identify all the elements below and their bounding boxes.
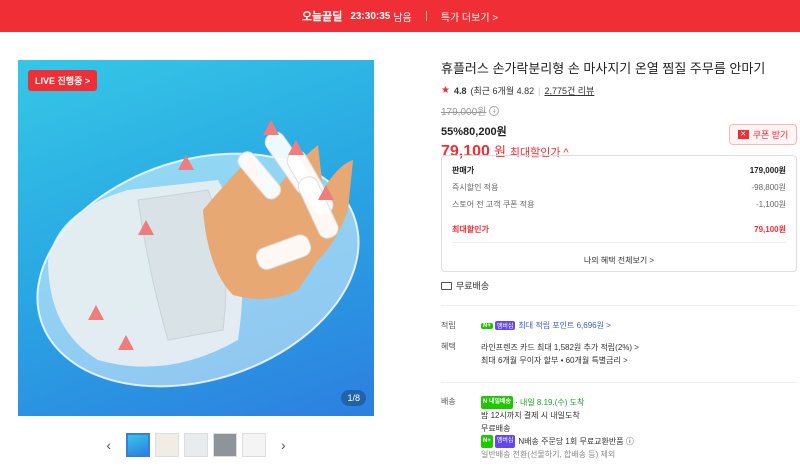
discount-price: 80,200원 <box>463 126 507 138</box>
price-row-value: -1,100원 <box>755 200 786 209</box>
tomorrow-delivery-badge: N 내일배송 <box>481 396 514 410</box>
thumbnail-strip: ‹ › <box>18 426 374 464</box>
naver-plus-badge: N+ <box>481 322 493 329</box>
hand-massager-illustration <box>36 120 360 388</box>
pressure-arrow-4 <box>263 120 279 135</box>
price-row-value: 179,000원 <box>749 166 786 175</box>
thumbnail-prev-arrow[interactable]: ‹ <box>106 437 111 453</box>
free-shipping-tag: 무료배송 <box>441 279 489 292</box>
price-row-label: 판매가 <box>452 166 475 175</box>
original-price: 179,000원 <box>441 107 487 118</box>
thumbnail-next-arrow[interactable]: › <box>281 437 286 453</box>
product-gallery: LIVE 진행중 > 1/8 ‹ › <box>18 60 374 457</box>
final-price-value: 79,100원 <box>754 225 786 234</box>
price-row-store-coupon: 스토어 전 고객 쿠폰 적용 -1,100원 <box>452 196 786 213</box>
thumbnail-1[interactable] <box>126 433 150 457</box>
rating-score: 4.8 <box>453 85 467 96</box>
deal-remaining-label: 남음 <box>393 12 412 24</box>
thumbnail-3[interactable] <box>184 433 208 457</box>
delivery-value: N 내일배송 · 내일 8.19.(수) 도착 밤 12시까지 결제 시 내일도착… <box>481 396 791 461</box>
section-divider <box>441 382 797 383</box>
thumbnail-4[interactable] <box>213 433 237 457</box>
delivery-exclusion: 일반배송 전환(선물하기, 합배송 등) 제외 <box>481 450 616 459</box>
main-product-image[interactable]: LIVE 진행중 > 1/8 <box>18 60 374 416</box>
price-row-final: 최대할인가 79,100원 <box>452 221 786 238</box>
live-badge[interactable]: LIVE 진행중 > <box>28 70 98 91</box>
section-divider <box>441 305 797 306</box>
points-label: 적립 <box>441 321 456 330</box>
deal-countdown: 23:30:35 <box>350 10 391 22</box>
arrival-date: · 내일 8.19.(수) 도착 <box>515 398 585 407</box>
card-benefit-link[interactable]: 라인프렌즈 카드 최대 1,582원 추가 적립(2%) > <box>481 341 791 354</box>
free-exchange-text: N배송 주문당 1회 무료교환반품 ⓘ <box>518 437 634 446</box>
price-row-label: 즉시할인 적용 <box>452 183 499 192</box>
price-row-instant-discount: 즉시할인 적용 -98,800원 <box>452 179 786 196</box>
review-count-link[interactable]: 2,775건 리뷰 <box>544 84 594 97</box>
price-breakdown-box: 판매가 179,000원 즉시할인 적용 -98,800원 스토어 전 고객 쿠… <box>441 155 797 272</box>
thumbnail-2[interactable] <box>155 433 179 457</box>
benefits-value: 라인프렌즈 카드 최대 1,582원 추가 적립(2%) > 최대 6개월 무이… <box>481 341 791 367</box>
thumbnail-5[interactable] <box>242 433 266 457</box>
product-info: 휴플러스 손가락분리형 손 마사지기 온열 찜질 주무름 안마기 ★ 4.8 (… <box>441 60 797 459</box>
free-shipping-label: 무료배송 <box>456 281 490 291</box>
original-price-row: 179,000원 i <box>441 103 797 118</box>
banner-divider <box>425 11 427 21</box>
info-icon[interactable]: i <box>489 105 500 116</box>
image-counter: 1/8 <box>341 390 366 406</box>
rating-detail: (최근 6개월 4.82 <box>470 86 535 96</box>
membership-badge: 멤버십 <box>494 321 516 331</box>
points-text: 최대 적립 포인트 6,696원 > <box>518 321 611 330</box>
discount-percent: 55% <box>441 126 464 138</box>
delivery-free: 무료배송 <box>481 424 511 433</box>
points-value[interactable]: N+ 멤버십 최대 적립 포인트 6,696원 > <box>481 320 791 331</box>
truck-icon <box>441 281 452 290</box>
view-all-benefits-link[interactable]: 나의 혜택 전체보기 > <box>452 255 786 266</box>
coupon-label: 쿠폰 받기 <box>752 130 789 140</box>
deal-brand: 오늘끝딜 <box>301 11 343 23</box>
more-deals-link[interactable]: 특가 더보기 > <box>441 9 498 24</box>
benefits-label: 혜택 <box>441 342 456 351</box>
price-row-label: 스토어 전 고객 쿠폰 적용 <box>452 200 535 209</box>
naver-plus-badge: N+ <box>481 435 493 449</box>
star-icon: ★ <box>441 85 450 96</box>
coupon-icon: ✕ <box>737 130 749 139</box>
delivery-label: 배송 <box>441 397 456 406</box>
price-row-value: -98,800원 <box>751 183 787 192</box>
product-title: 휴플러스 손가락분리형 손 마사지기 온열 찜질 주무름 안마기 <box>441 61 766 76</box>
installment-benefit-link[interactable]: 최대 6개월 무이자 할부 • 60개월 특별금리 > <box>481 354 791 367</box>
membership-badge: 멤버십 <box>494 435 516 449</box>
free-exchange-line: N+ 멤버십 N배송 주문당 1회 무료교환반품 ⓘ <box>481 435 791 449</box>
delivery-arrival-line: N 내일배송 · 내일 8.19.(수) 도착 <box>481 396 791 410</box>
pricebox-divider <box>452 242 786 243</box>
delivery-cutoff: 밤 12시까지 결제 시 내일도착 <box>481 411 580 420</box>
rating-divider: | <box>538 85 541 96</box>
coupon-button[interactable]: ✕ 쿠폰 받기 <box>729 124 797 145</box>
price-row-sale: 판매가 179,000원 <box>452 162 786 179</box>
deal-banner: 오늘끝딜 23:30:35 남음 특가 더보기 > <box>0 0 800 32</box>
rating-row: ★ 4.8 (최근 6개월 4.82 | 2,775건 리뷰 <box>441 84 797 97</box>
final-price-label: 최대할인가 <box>452 225 489 234</box>
